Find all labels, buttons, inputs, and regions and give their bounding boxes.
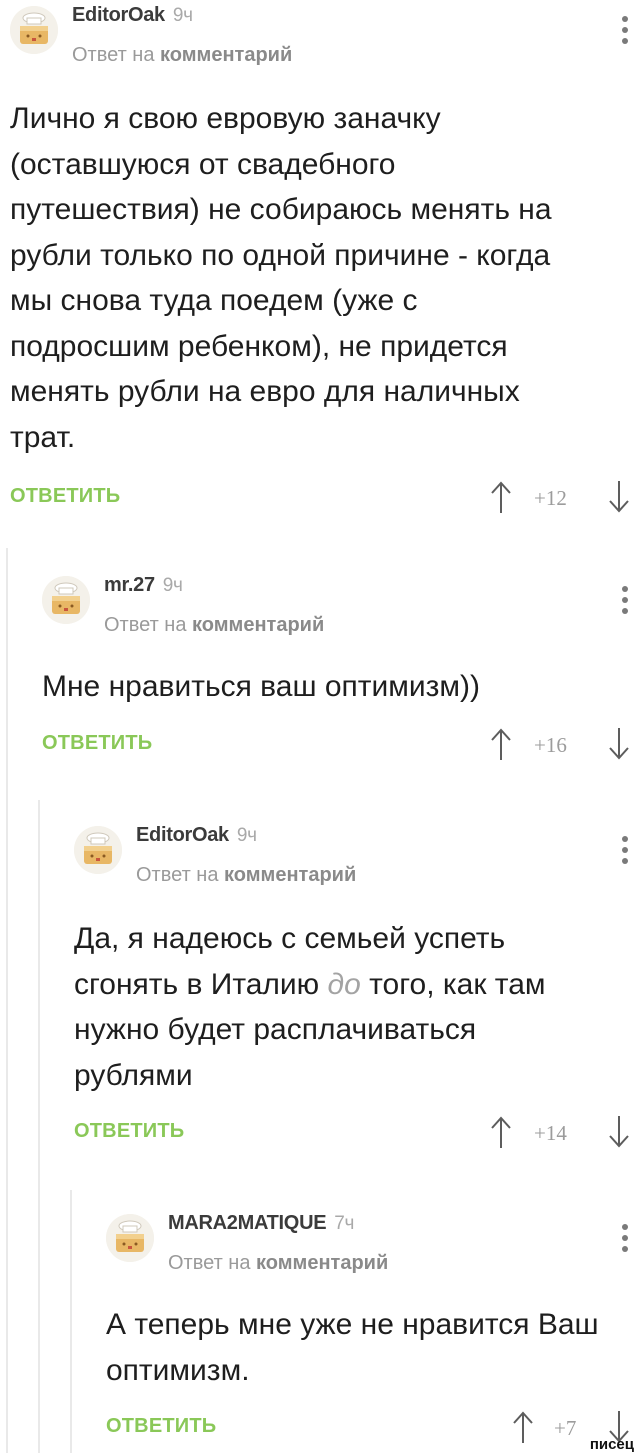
reply-to-text: Ответ на (104, 614, 187, 636)
avatar[interactable] (74, 826, 122, 874)
author-line: EditorOak 9ч (72, 4, 193, 27)
reply-to-text: Ответ на (72, 44, 155, 66)
comment-time: 9ч (172, 5, 193, 26)
author-name[interactable]: mr.27 (104, 574, 155, 596)
comment-3: EditorOak 9ч Ответ на комментарий Да, я н… (74, 824, 630, 1156)
reply-to: Ответ на комментарий (72, 44, 292, 67)
thread-line-2 (38, 800, 40, 1453)
reply-to: Ответ на комментарий (104, 614, 324, 637)
cake-avatar-icon (10, 6, 58, 54)
comment-1: EditorOak 9ч Ответ на комментарий Лично я… (10, 4, 630, 521)
comment-footer: ОТВЕТИТЬ +12 (10, 477, 630, 521)
comment-header: EditorOak 9ч Ответ на комментарий (10, 4, 630, 74)
upvote-arrow-icon[interactable] (512, 1409, 534, 1445)
cake-avatar-icon (42, 576, 90, 624)
reply-to-link[interactable]: комментарий (256, 1252, 388, 1274)
more-menu-icon[interactable] (620, 836, 630, 870)
comment-text: А теперь мне уже не нравится Ваш оптимиз… (106, 1308, 599, 1387)
reply-button[interactable]: ОТВЕТИТЬ (74, 1120, 184, 1143)
reply-to: Ответ на комментарий (168, 1252, 388, 1275)
comment-footer: ОТВЕТИТЬ +7 (106, 1407, 630, 1451)
downvote-arrow-icon[interactable] (608, 1114, 630, 1150)
comment-time: 9ч (162, 575, 183, 596)
author-line: mr.27 9ч (104, 574, 183, 597)
comment-text: Лично я свою евровую заначку (оставшуюся… (10, 102, 552, 454)
downvote-arrow-icon[interactable] (608, 479, 630, 515)
author-name[interactable]: EditorOak (136, 824, 229, 846)
rating: +16 (534, 732, 567, 757)
comment-header: MARA2MATIQUE 7ч Ответ на комментарий (106, 1212, 630, 1282)
upvote-arrow-icon[interactable] (490, 726, 512, 762)
upvote-arrow-icon[interactable] (490, 1114, 512, 1150)
comment-time: 7ч (334, 1213, 355, 1234)
author-line: EditorOak 9ч (136, 824, 257, 847)
cake-avatar-icon (74, 826, 122, 874)
reply-button[interactable]: ОТВЕТИТЬ (10, 485, 120, 508)
author-name[interactable]: EditorOak (72, 4, 165, 26)
rating: +7 (554, 1416, 577, 1440)
comment-header: EditorOak 9ч Ответ на комментарий (74, 824, 630, 894)
author-name[interactable]: MARA2MATIQUE (168, 1212, 327, 1234)
rating: +12 (534, 486, 567, 510)
more-menu-icon[interactable] (620, 586, 630, 620)
reply-to-link[interactable]: комментарий (192, 614, 324, 636)
watermark: писец (589, 1436, 634, 1453)
comment-footer: ОТВЕТИТЬ +16 (42, 724, 630, 768)
reply-to-text: Ответ на (136, 864, 219, 886)
comment-footer: ОТВЕТИТЬ +14 (74, 1112, 630, 1156)
reply-button[interactable]: ОТВЕТИТЬ (42, 732, 152, 755)
reply-button[interactable]: ОТВЕТИТЬ (106, 1415, 216, 1438)
upvote-arrow-icon[interactable] (490, 479, 512, 515)
thread-line-1 (6, 548, 8, 1453)
cake-avatar-icon (106, 1214, 154, 1262)
vote-controls: +16 (490, 724, 630, 764)
reply-to-text: Ответ на (168, 1252, 251, 1274)
reply-to: Ответ на комментарий (136, 864, 356, 887)
vote-controls: +12 (490, 477, 630, 517)
more-menu-icon[interactable] (620, 1224, 630, 1258)
avatar[interactable] (10, 6, 58, 54)
comment-time: 9ч (236, 825, 257, 846)
comment-4: MARA2MATIQUE 7ч Ответ на комментарий А те… (106, 1212, 630, 1451)
rating: +14 (534, 1121, 567, 1145)
comment-text: Мне нравиться ваш оптимизм)) (42, 670, 481, 703)
author-line: MARA2MATIQUE 7ч (168, 1212, 354, 1235)
more-menu-icon[interactable] (620, 16, 630, 50)
downvote-arrow-icon[interactable] (608, 726, 630, 762)
emphasized-word: до (327, 967, 361, 1001)
comment-text: Да, я надеюсь с семьей успеть сгонять в … (74, 916, 594, 1098)
reply-to-link[interactable]: комментарий (160, 44, 292, 66)
avatar[interactable] (106, 1214, 154, 1262)
avatar[interactable] (42, 576, 90, 624)
comment-header: mr.27 9ч Ответ на комментарий (42, 574, 630, 644)
thread-line-3 (70, 1190, 72, 1453)
reply-to-link[interactable]: комментарий (224, 864, 356, 886)
comment-2: mr.27 9ч Ответ на комментарий Мне нравить… (42, 574, 630, 768)
vote-controls: +14 (490, 1112, 630, 1152)
